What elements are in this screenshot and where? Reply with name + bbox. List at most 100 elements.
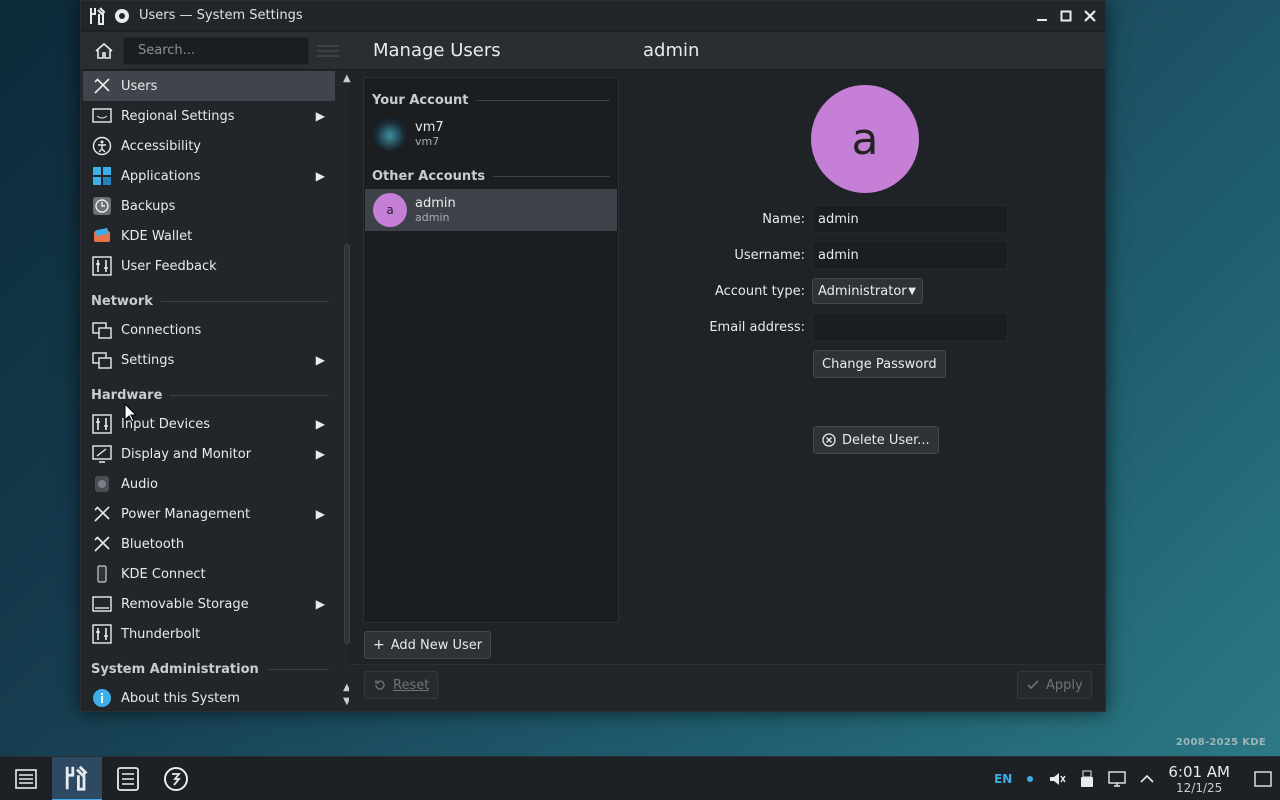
sidebar-item-user-feedback[interactable]: User Feedback [83, 251, 335, 281]
add-new-user-button[interactable]: + Add New User [364, 631, 492, 659]
system-settings-window: Users — System Settings Search... Manage… [80, 0, 1106, 712]
username-label: Username: [734, 248, 805, 263]
apply-label: Apply [1046, 677, 1083, 693]
sidebar-item-label: Backups [121, 198, 176, 214]
sidebar-item-connections[interactable]: Connections [83, 315, 335, 345]
name-field[interactable]: admin [812, 205, 1008, 233]
usb-device-icon[interactable] [1080, 770, 1094, 788]
account-type-select[interactable]: Administrator ▼ [812, 278, 923, 304]
page-title: Manage Users [373, 40, 501, 61]
search-input[interactable]: Search... [123, 36, 309, 65]
change-password-button[interactable]: Change Password [813, 350, 946, 378]
bluetooth-icon [91, 533, 113, 555]
plus-icon: + [373, 637, 385, 653]
close-button[interactable] [1081, 7, 1099, 25]
launcher-icon [15, 768, 37, 789]
chevron-up-icon[interactable] [1140, 774, 1154, 784]
reset-label: Reset [393, 677, 430, 693]
sidebar-item-audio[interactable]: Audio [83, 469, 335, 499]
clock-date: 12/1/25 [1176, 781, 1223, 795]
delete-circle-icon [822, 433, 836, 447]
sidebar-item-label: Accessibility [121, 138, 201, 154]
sidebar-item-label: Applications [121, 168, 201, 184]
sidebar-item-label: KDE Connect [121, 566, 206, 582]
account-type-value: Administrator [818, 283, 907, 299]
chevron-right-icon: ▶ [315, 109, 325, 123]
mouse-cursor-icon [124, 403, 136, 423]
clock-time: 6:01 AM [1168, 763, 1230, 781]
sidebar-scrollbar[interactable] [344, 244, 350, 644]
taskbar-file-manager[interactable] [106, 757, 150, 800]
delete-user-label: Delete User... [842, 432, 930, 448]
sidebar-item-thunderbolt[interactable]: Thunderbolt [83, 619, 335, 649]
maximize-button[interactable] [1057, 7, 1075, 25]
power-icon [91, 503, 113, 525]
volume-muted-icon[interactable] [1048, 770, 1066, 788]
username-field[interactable]: admin [812, 241, 1008, 269]
home-icon [95, 42, 113, 59]
browser-icon [164, 766, 188, 791]
network-wired-icon[interactable] [1108, 770, 1127, 788]
sidebar-item-kde-connect[interactable]: KDE Connect [83, 559, 335, 589]
header-bar: Search... Manage Users admin [81, 32, 1105, 70]
sidebar-item-label: User Feedback [121, 258, 217, 274]
wallet-icon [91, 225, 113, 247]
minimize-button[interactable] [1033, 7, 1051, 25]
users-list-panel: Your Account vm7 vm7 Other Accounts a ad… [363, 77, 619, 623]
accessibility-icon [91, 135, 113, 157]
scroll-up-arrow-icon[interactable]: ▲ [343, 73, 351, 84]
sidebar-item-label: About this System [121, 690, 240, 706]
hamburger-menu-icon[interactable] [317, 44, 339, 57]
sidebar-item-label: KDE Wallet [121, 228, 193, 244]
kde-connect-icon [91, 563, 113, 585]
window-title: Users — System Settings [139, 8, 303, 23]
user-avatar-large[interactable]: a [811, 85, 919, 193]
sidebar-item-about-this-system[interactable]: About this System [83, 683, 335, 713]
sidebar-item-backups[interactable]: Backups [83, 191, 335, 221]
email-field[interactable] [812, 313, 1008, 341]
sidebar-item-regional-settings[interactable]: Regional Settings ▶ [83, 101, 335, 131]
page-subtitle: admin [643, 40, 700, 61]
removable-storage-icon [91, 593, 113, 615]
sidebar-item-label: Power Management [121, 506, 251, 522]
system-settings-icon [65, 765, 88, 791]
application-launcher-button[interactable] [4, 757, 48, 800]
chevron-down-icon: ▼ [908, 285, 916, 297]
sidebar-item-power-management[interactable]: Power Management ▶ [83, 499, 335, 529]
footer-bar [349, 664, 1105, 711]
home-button[interactable] [91, 38, 117, 64]
sidebar-item-bluetooth[interactable]: Bluetooth [83, 529, 335, 559]
user-username: vm7 [415, 135, 440, 148]
sidebar-item-network-settings[interactable]: Settings ▶ [83, 345, 335, 375]
sidebar-item-display-and-monitor[interactable]: Display and Monitor ▶ [83, 439, 335, 469]
sidebar-item-applications[interactable]: Applications ▶ [83, 161, 335, 191]
user-row-admin[interactable]: a admin admin [365, 189, 617, 231]
chevron-right-icon: ▶ [315, 353, 325, 367]
info-icon [91, 687, 113, 709]
network-settings-icon [91, 349, 113, 371]
clock[interactable]: 6:01 AM 12/1/25 [1168, 763, 1230, 795]
sidebar-item-input-devices[interactable]: Input Devices ▶ [83, 409, 335, 439]
feedback-icon [91, 255, 113, 277]
taskbar-browser[interactable] [154, 757, 198, 800]
show-desktop-icon[interactable] [1254, 770, 1272, 788]
backups-icon [91, 195, 113, 217]
sidebar-item-accessibility[interactable]: Accessibility [83, 131, 335, 161]
apply-button[interactable]: Apply [1017, 671, 1092, 699]
system-settings-icon[interactable] [87, 5, 109, 27]
taskbar-system-settings[interactable] [52, 756, 102, 800]
user-row-vm7[interactable]: vm7 vm7 [365, 113, 617, 155]
sidebar-item-label: Connections [121, 322, 202, 338]
chevron-right-icon: ▶ [315, 507, 325, 521]
notification-dot-icon[interactable] [1026, 775, 1034, 783]
pin-icon[interactable] [115, 8, 129, 23]
sidebar-item-users[interactable]: Users [83, 71, 335, 101]
reset-button[interactable]: Reset [364, 671, 439, 699]
sidebar-item-label: Thunderbolt [121, 626, 201, 642]
keyboard-layout[interactable]: EN [994, 772, 1012, 786]
sidebar-item-removable-storage[interactable]: Removable Storage ▶ [83, 589, 335, 619]
delete-user-button[interactable]: Delete User... [813, 426, 939, 454]
sidebar-item-kde-wallet[interactable]: KDE Wallet [83, 221, 335, 251]
sidebar-item-label: Removable Storage [121, 596, 249, 612]
section-system-administration: System Administration [91, 662, 329, 677]
